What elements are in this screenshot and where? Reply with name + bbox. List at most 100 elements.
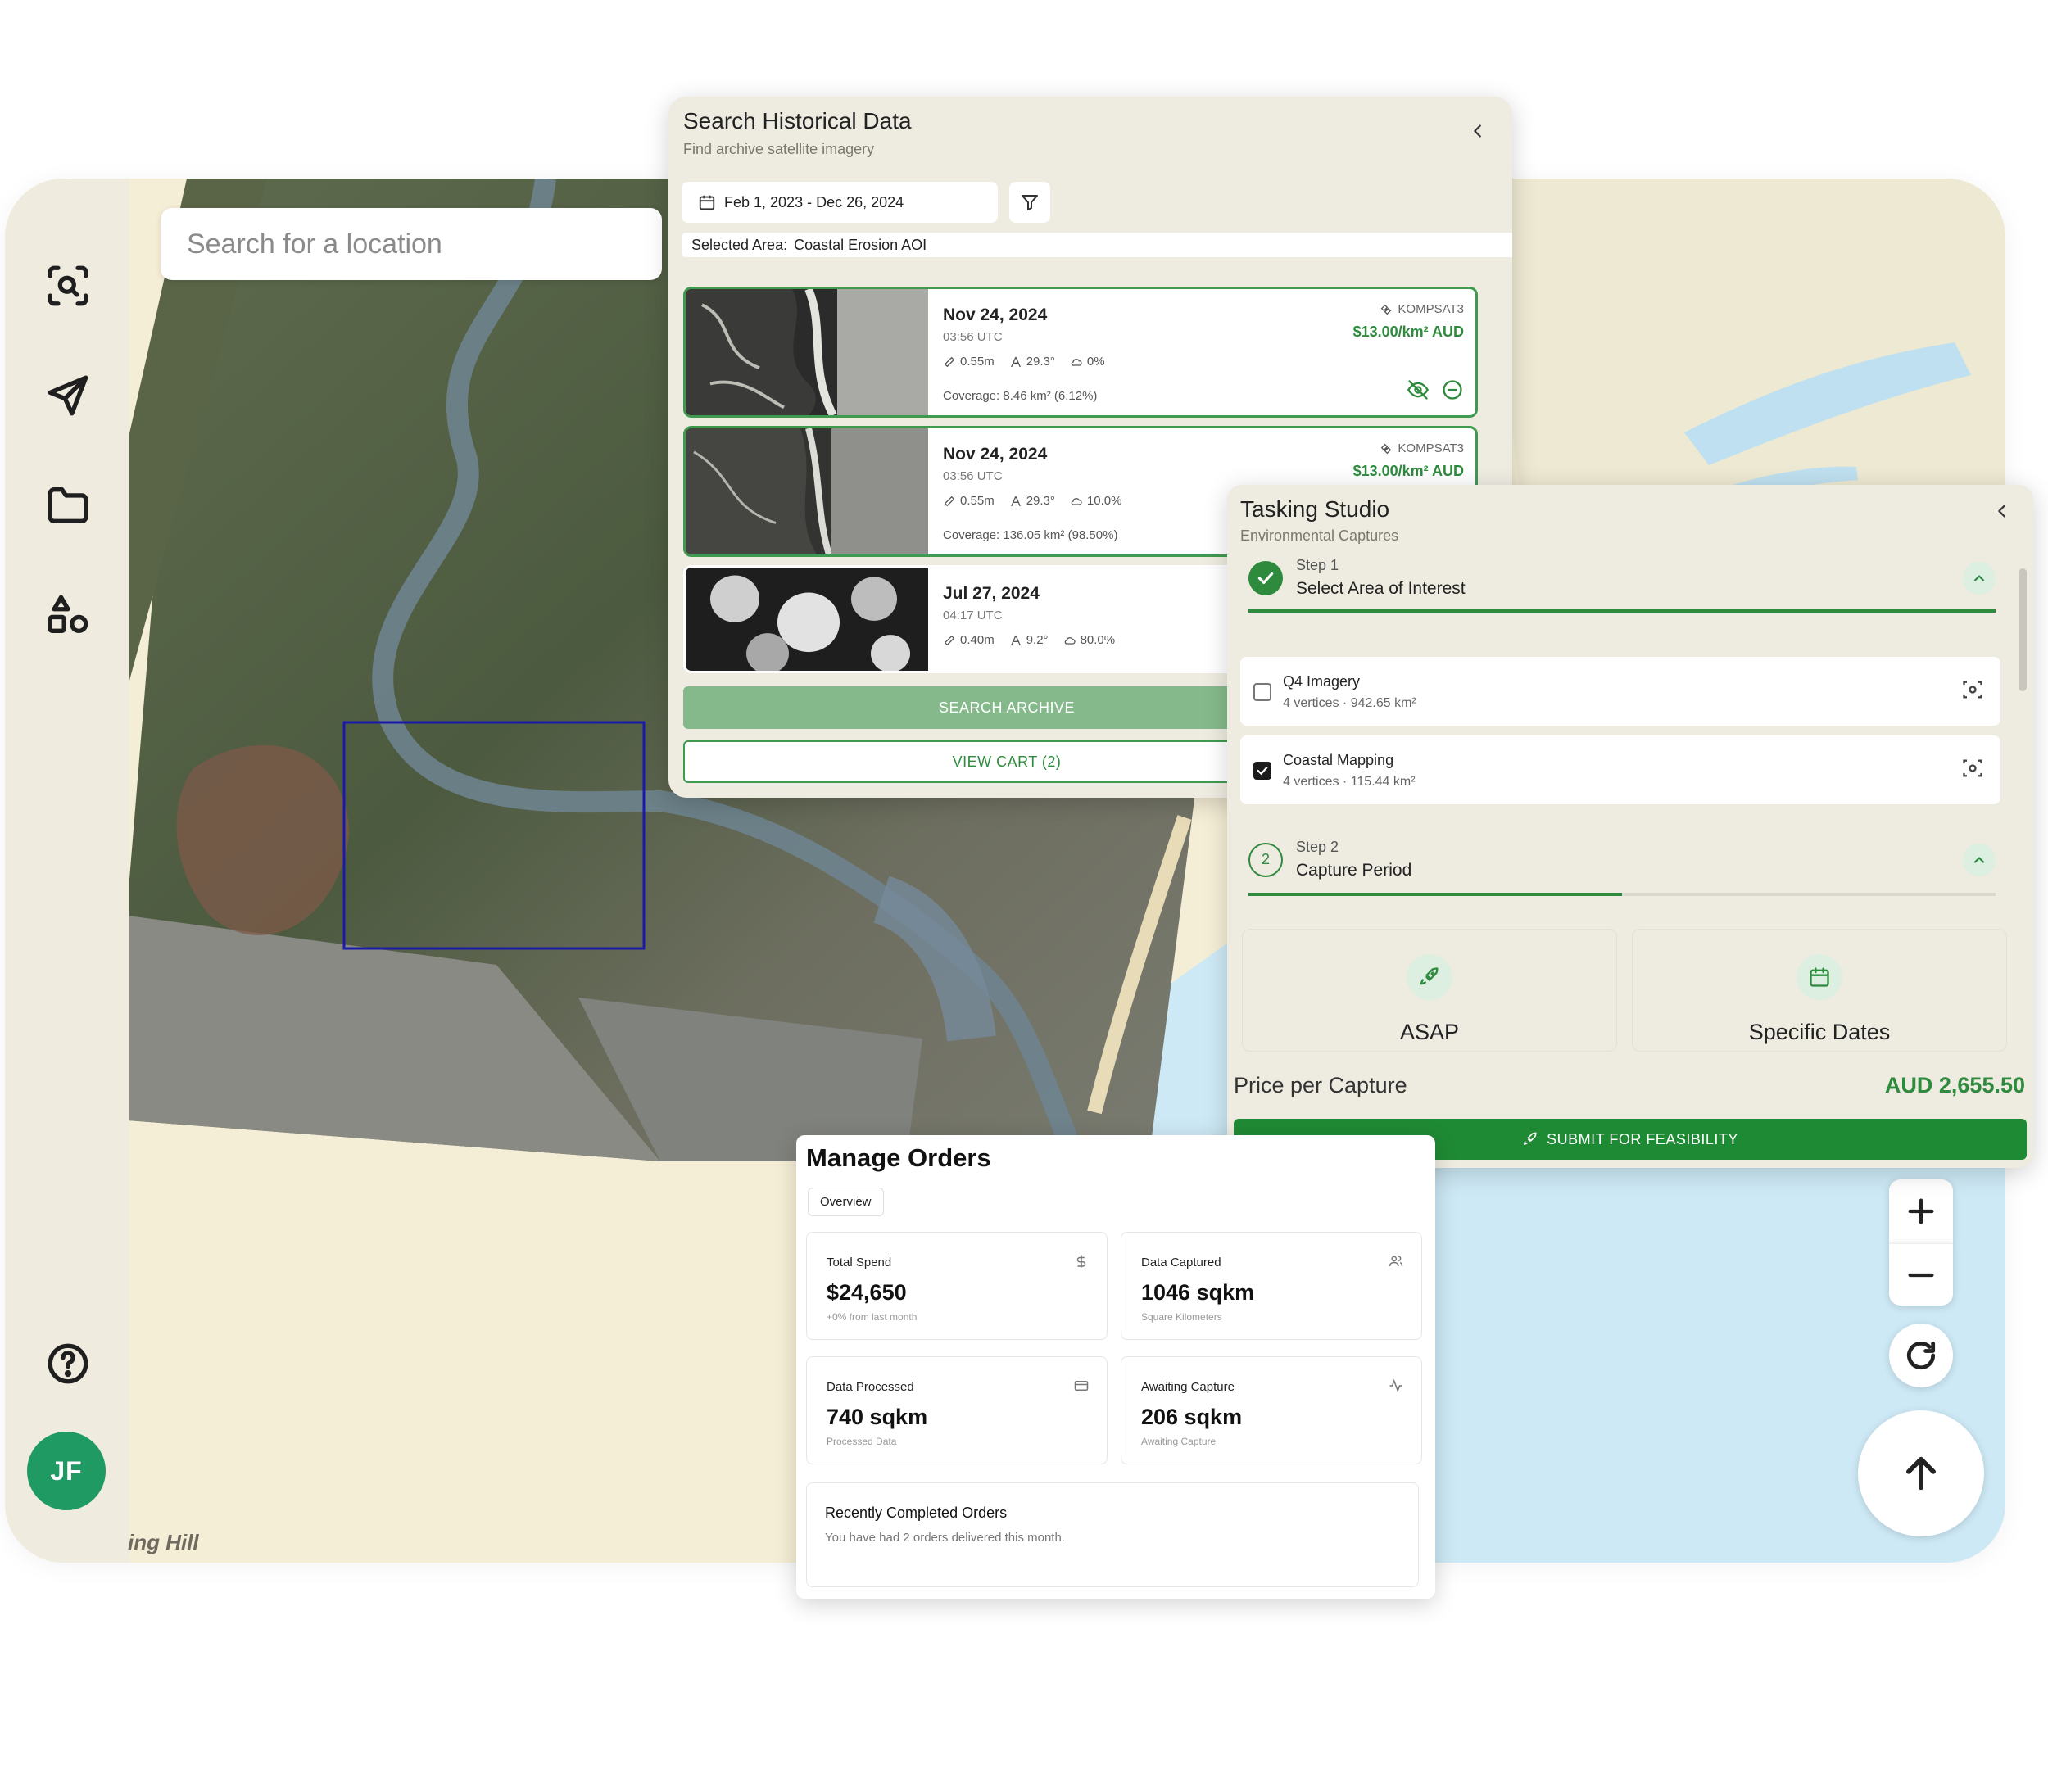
reset-view-button[interactable] xyxy=(1889,1324,1953,1387)
tasking-scrollbar[interactable] xyxy=(2019,560,2028,1045)
aoi-checkbox[interactable] xyxy=(1253,683,1271,701)
satellite-icon xyxy=(1381,304,1392,315)
aoi-name: Coastal Mapping xyxy=(1283,752,1394,768)
rocket-icon xyxy=(1524,1132,1537,1145)
arrow-up-icon xyxy=(1906,1456,1936,1491)
recent-orders-title: Recently Completed Orders xyxy=(825,1505,1008,1521)
result-date: Nov 24, 2024 xyxy=(943,445,1048,464)
minus-icon xyxy=(1908,1273,1934,1277)
step-2-toggle[interactable] xyxy=(1963,844,1996,876)
chevron-left-icon xyxy=(1998,505,2005,518)
zoom-in-button[interactable] xyxy=(1889,1179,1953,1243)
result-thumbnail xyxy=(686,289,928,415)
scrollbar-thumb[interactable] xyxy=(2019,568,2027,691)
panel-title: Tasking Studio xyxy=(1240,496,1390,522)
step-name: Select Area of Interest xyxy=(1296,579,1466,598)
aoi-item[interactable]: Q4 Imagery 4 vertices · 942.65 km² xyxy=(1240,657,2000,726)
card-icon xyxy=(1074,1378,1089,1393)
panel-title: Search Historical Data xyxy=(683,108,912,133)
result-date: Nov 24, 2024 xyxy=(943,305,1048,324)
stat-value: 740 sqkm xyxy=(827,1405,928,1429)
ruler-icon xyxy=(944,496,955,506)
angle-icon xyxy=(1010,635,1021,645)
asap-option[interactable]: ASAP xyxy=(1242,929,1617,1052)
stat-label: Data Captured xyxy=(1141,1256,1221,1269)
result-meta: 0.55m 29.3° 0% xyxy=(943,355,1105,369)
cloud-icon xyxy=(1071,497,1082,505)
manage-orders-panel: Manage Orders Overview Total Spend $24,6… xyxy=(796,1135,1435,1599)
stat-card: Awaiting Capture 206 sqkm Awaiting Captu… xyxy=(1121,1356,1422,1464)
map-place-label: ing Hill xyxy=(128,1530,199,1554)
result-date: Jul 27, 2024 xyxy=(943,584,1040,603)
dollar-icon xyxy=(1074,1254,1089,1269)
eye-off-icon[interactable] xyxy=(1407,378,1430,405)
stat-value: 1046 sqkm xyxy=(1141,1280,1255,1305)
result-time: 04:17 UTC xyxy=(943,609,1003,622)
activity-icon xyxy=(1389,1378,1403,1393)
chevron-up-icon xyxy=(1973,857,1985,863)
remove-from-cart-icon[interactable] xyxy=(1441,378,1464,405)
shapes-icon[interactable] xyxy=(38,585,98,645)
step-1-header[interactable]: Step 1 Select Area of Interest xyxy=(1248,557,1466,599)
scroll-top-button[interactable] xyxy=(1858,1410,1984,1536)
result-satellite: KOMPSAT3 xyxy=(1380,441,1464,455)
collapse-panel-button[interactable] xyxy=(1465,118,1491,144)
filter-icon xyxy=(1022,195,1038,210)
filter-button[interactable] xyxy=(1009,182,1050,223)
result-meta: 0.55m 29.3° 10.0% xyxy=(943,494,1121,508)
result-card[interactable]: Nov 24, 2024 03:56 UTC 0.55m 29.3° 0% Co… xyxy=(683,287,1478,418)
step-number: Step 1 xyxy=(1296,557,1339,573)
date-range-value: Feb 1, 2023 - Dec 26, 2024 xyxy=(724,193,904,210)
date-range-picker[interactable]: Feb 1, 2023 - Dec 26, 2024 xyxy=(682,182,998,223)
step-1-progress xyxy=(1248,609,1996,613)
send-icon[interactable] xyxy=(38,365,98,426)
satellite-icon xyxy=(1381,443,1392,454)
aoi-name: Q4 Imagery xyxy=(1283,673,1361,690)
selected-area-value: Coastal Erosion AOI xyxy=(794,236,927,253)
selected-area-bar: Selected Area: Coastal Erosion AOI xyxy=(682,233,1512,257)
tab-overview[interactable]: Overview xyxy=(808,1188,884,1216)
folder-icon[interactable] xyxy=(38,475,98,536)
aoi-item[interactable]: Coastal Mapping 4 vertices · 115.44 km² xyxy=(1240,735,2000,804)
check-circle-icon xyxy=(1248,560,1283,595)
focus-target-icon[interactable] xyxy=(1961,757,1984,780)
rocket-icon xyxy=(1407,954,1452,1000)
chevron-up-icon xyxy=(1973,575,1985,581)
recent-orders-card: Recently Completed Orders You have had 2… xyxy=(806,1482,1419,1587)
help-icon[interactable] xyxy=(38,1333,98,1394)
ruler-icon xyxy=(944,356,955,367)
stat-sub: +0% from last month xyxy=(827,1311,918,1323)
cloud-icon xyxy=(1064,636,1076,645)
stat-card: Total Spend $24,650 +0% from last month xyxy=(806,1232,1108,1340)
users-icon xyxy=(1389,1254,1403,1269)
aoi-checkbox[interactable] xyxy=(1253,762,1271,780)
step-number: Step 2 xyxy=(1296,839,1339,855)
result-price: $13.00/km² AUD xyxy=(1352,324,1464,340)
stat-label: Data Processed xyxy=(827,1380,914,1394)
specific-dates-option[interactable]: Specific Dates xyxy=(1632,929,2007,1052)
sidebar: JF xyxy=(5,179,129,1563)
collapse-panel-button[interactable] xyxy=(1989,498,2015,524)
scan-search-icon[interactable] xyxy=(38,256,98,316)
zoom-out-button[interactable] xyxy=(1889,1243,1953,1306)
calendar-icon xyxy=(699,195,715,210)
stat-label: Total Spend xyxy=(827,1256,892,1269)
step-2-progress xyxy=(1248,893,1996,896)
result-coverage: Coverage: 8.46 km² (6.12%) xyxy=(943,389,1098,403)
result-thumbnail xyxy=(686,568,928,671)
plus-icon xyxy=(1908,1198,1934,1224)
aoi-info: 4 vertices · 115.44 km² xyxy=(1283,775,1416,789)
user-avatar[interactable]: JF xyxy=(27,1432,106,1510)
price-value: AUD 2,655.50 xyxy=(1884,1073,2025,1097)
step-1-toggle[interactable] xyxy=(1963,562,1996,595)
panel-title: Manage Orders xyxy=(806,1143,991,1172)
focus-target-icon[interactable] xyxy=(1961,678,1984,701)
price-row: Price per Capture AUD 2,655.50 xyxy=(1227,1053,2033,1111)
cloud-icon xyxy=(1071,358,1082,366)
step-name: Capture Period xyxy=(1296,861,1412,880)
tasking-studio-panel: Tasking Studio Environmental Captures St… xyxy=(1227,485,2033,1168)
location-search-input[interactable]: Search for a location xyxy=(161,208,662,280)
step-2-header[interactable]: 2 Step 2 Capture Period xyxy=(1248,839,1411,880)
result-meta: 0.40m 9.2° 80.0% xyxy=(943,633,1115,647)
calendar-icon xyxy=(1797,954,1842,1000)
